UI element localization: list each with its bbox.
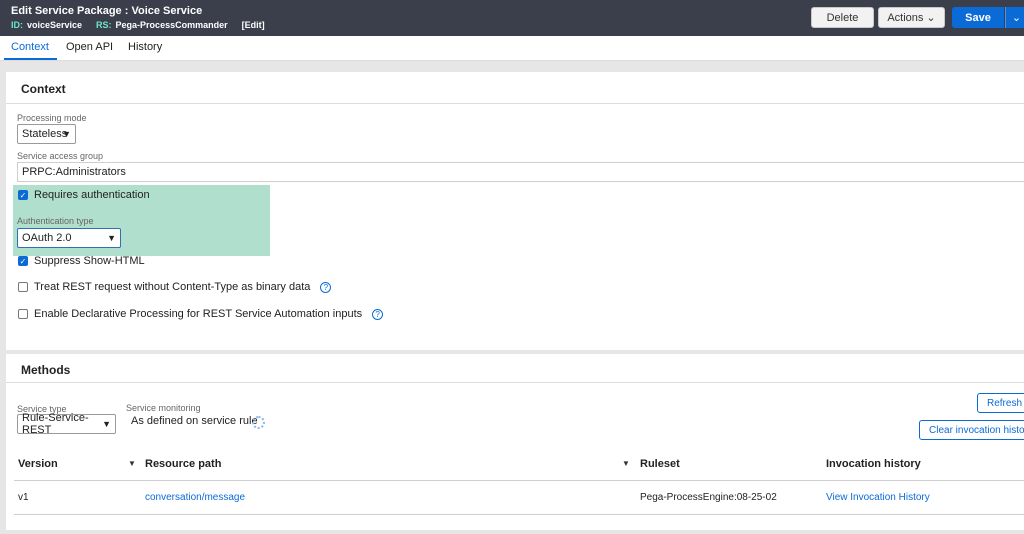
access-group-label: Service access group	[17, 151, 104, 161]
gear-icon[interactable]	[252, 416, 265, 429]
monitoring-value: As defined on service rule	[131, 415, 258, 427]
rs-value: Pega-ProcessCommander	[115, 20, 228, 30]
auth-type-select[interactable]: OAuth 2.0 ▼	[17, 228, 121, 248]
tab-history[interactable]: History	[128, 41, 162, 53]
divider	[6, 382, 1024, 383]
chevron-down-icon: ▼	[102, 419, 111, 429]
service-type-value: Rule-Service-REST	[22, 412, 89, 436]
column-header-resource-path[interactable]: Resource path	[145, 458, 221, 470]
requires-auth-checkbox[interactable]: ✓ Requires authentication	[18, 189, 150, 201]
save-button[interactable]: Save	[952, 7, 1004, 28]
service-type-select[interactable]: Rule-Service-REST ▼	[17, 412, 116, 436]
id-label: ID:	[11, 20, 23, 30]
clear-invocation-history-button[interactable]: Clear invocation history	[919, 420, 1024, 440]
cell-version: v1	[18, 492, 29, 503]
cell-ruleset: Pega-ProcessEngine:08-25-02	[640, 492, 777, 503]
monitoring-label: Service monitoring	[126, 403, 201, 413]
rs-label: RS:	[96, 20, 112, 30]
actions-button[interactable]: Actions ⌄	[878, 7, 945, 28]
declarative-label: Enable Declarative Processing for REST S…	[34, 308, 363, 320]
processing-mode-select[interactable]: Stateless ▼	[17, 124, 76, 144]
treat-rest-checkbox[interactable]: Treat REST request without Content-Type …	[18, 281, 332, 293]
treat-rest-label: Treat REST request without Content-Type …	[34, 281, 311, 293]
access-group-input[interactable]: PRPC:Administrators	[17, 162, 1024, 182]
chevron-down-icon: ▼	[62, 129, 71, 139]
filter-icon[interactable]: ▼	[622, 459, 630, 468]
checkbox-checked-icon: ✓	[18, 256, 28, 266]
delete-button[interactable]: Delete	[811, 7, 874, 28]
auth-type-value: OAuth 2.0	[22, 232, 72, 244]
help-icon[interactable]: ?	[320, 281, 332, 293]
id-value: voiceService	[27, 20, 83, 30]
help-icon[interactable]: ?	[372, 308, 384, 320]
declarative-checkbox[interactable]: Enable Declarative Processing for REST S…	[18, 308, 384, 320]
chevron-down-icon: ⌄	[926, 12, 936, 24]
processing-mode-label: Processing mode	[17, 113, 87, 123]
methods-title: Methods	[21, 363, 71, 377]
column-header-invocation-history[interactable]: Invocation history	[826, 458, 921, 470]
actions-label: Actions	[887, 11, 924, 24]
checkbox-unchecked-icon	[18, 282, 28, 292]
chevron-down-icon: ▼	[107, 233, 116, 243]
page-title: Edit Service Package : Voice Service	[11, 5, 203, 17]
table-header-divider	[14, 480, 1024, 481]
active-tab-indicator	[4, 58, 57, 60]
filter-icon[interactable]: ▼	[128, 459, 136, 468]
tab-context[interactable]: Context	[11, 41, 49, 53]
tab-open-api[interactable]: Open API	[66, 41, 113, 53]
chevron-down-icon: ⌄	[1011, 12, 1022, 24]
view-invocation-history-link[interactable]: View Invocation History	[826, 492, 930, 503]
divider	[6, 103, 1024, 104]
rule-meta: ID: voiceService RS: Pega-ProcessCommand…	[11, 20, 265, 30]
context-title: Context	[21, 82, 66, 96]
processing-mode-value: Stateless	[22, 128, 68, 140]
edit-link[interactable]: [Edit]	[242, 20, 265, 30]
refresh-button[interactable]: Refresh	[977, 393, 1024, 413]
checkbox-unchecked-icon	[18, 309, 28, 319]
page-header: Edit Service Package : Voice Service ID:…	[0, 0, 1024, 36]
suppress-html-label: Suppress Show-HTML	[34, 255, 145, 267]
column-header-version[interactable]: Version	[18, 458, 58, 470]
table-row-divider	[14, 514, 1024, 515]
column-header-ruleset[interactable]: Ruleset	[640, 458, 680, 470]
tab-bar: Context Open API History	[0, 36, 1024, 61]
methods-panel: Methods	[6, 354, 1024, 530]
requires-auth-label: Requires authentication	[34, 189, 150, 201]
suppress-html-checkbox[interactable]: ✓ Suppress Show-HTML	[18, 255, 145, 267]
checkbox-checked-icon: ✓	[18, 190, 28, 200]
save-menu-button[interactable]: ⌄	[1005, 7, 1024, 28]
resource-path-link[interactable]: conversation/message	[145, 492, 245, 503]
auth-type-label: Authentication type	[17, 216, 94, 226]
